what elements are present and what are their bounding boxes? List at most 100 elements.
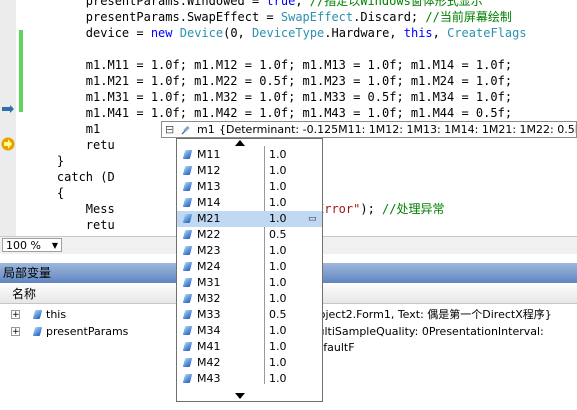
code-token: retu <box>28 218 115 232</box>
code-token: //处理异常 <box>382 202 445 216</box>
member-name: M23 <box>197 244 221 257</box>
scroll-up-icon[interactable] <box>235 140 245 146</box>
member-row[interactable]: M14 1.0 <box>177 195 322 211</box>
member-row[interactable]: M22 0.5 <box>177 227 322 243</box>
expand-icon[interactable]: + <box>11 310 20 320</box>
member-row[interactable]: M33 0.5 <box>177 307 322 323</box>
field-icon <box>182 310 193 319</box>
code-token: device = <box>28 26 151 40</box>
code-line: retu <box>28 137 115 153</box>
member-value[interactable]: 0.5 <box>269 227 287 243</box>
member-value[interactable]: 1.0 <box>269 179 287 195</box>
field-icon <box>182 374 193 383</box>
member-value[interactable]: 1.0 <box>269 355 287 371</box>
datatip-var-name: m1 <box>197 123 215 136</box>
code-token: m1.M21 = 1.0f; m1.M22 = 0.5f; m1.M23 = 1… <box>28 74 513 88</box>
code-token: Mess <box>28 202 115 216</box>
member-row[interactable]: M34 1.0 <box>177 323 322 339</box>
member-value[interactable]: 1.0 <box>269 371 287 387</box>
scroll-down-icon[interactable] <box>235 393 245 399</box>
member-row[interactable]: M13 1.0 <box>177 179 322 195</box>
locals-row-name: this <box>46 308 67 321</box>
code-token: m1.M11 = 1.0f; m1.M12 = 1.0f; m1.M13 = 1… <box>28 58 513 72</box>
code-line: m1.M41 = 1.0f; m1.M42 = 1.0f; m1.M43 = 1… <box>28 105 512 121</box>
member-row[interactable]: M32 1.0 <box>177 291 322 307</box>
code-line: device = new Device(0, DeviceType.Hardwa… <box>28 25 527 41</box>
datatip-var-value: {Determinant: -0.125M11: 1M12: 1M13: 1M1… <box>219 123 576 136</box>
member-row[interactable]: M43 1.0 <box>177 371 322 387</box>
member-row[interactable]: M41 1.0 <box>177 339 322 355</box>
zoom-combo[interactable]: 100 % ▼ <box>2 238 62 252</box>
member-value[interactable]: 1.0 <box>269 259 287 275</box>
code-token: , <box>432 26 448 40</box>
chevron-down-icon: ▼ <box>51 241 58 250</box>
member-row[interactable]: M11 1.0 <box>177 147 322 163</box>
collapse-icon[interactable]: ⊟ <box>165 122 174 137</box>
member-name: M12 <box>197 164 221 177</box>
bookmark-icon <box>2 105 14 113</box>
member-row[interactable]: M12 1.0 <box>177 163 322 179</box>
code-token: true <box>266 0 296 8</box>
field-icon <box>182 326 193 335</box>
member-name: M34 <box>197 324 221 337</box>
member-row[interactable]: M21 1.0 ▭ <box>177 211 322 227</box>
member-name: M42 <box>197 356 221 369</box>
code-line: catch (D <box>28 169 115 185</box>
code-token: presentParams.SwapEffect = <box>28 10 281 24</box>
code-token: } <box>28 154 65 168</box>
member-row[interactable]: M24 1.0 <box>177 259 322 275</box>
locals-row-value: Project2.Form1, Text: 偶是第一个DirectX程序} <box>308 308 552 321</box>
member-value[interactable]: 1.0 <box>269 147 287 163</box>
zoom-value: 100 % <box>6 239 41 252</box>
code-token: { <box>28 186 65 200</box>
variable-icon <box>32 327 43 336</box>
member-row[interactable]: M31 1.0 <box>177 275 322 291</box>
column-name-header[interactable]: 名称 <box>12 285 36 303</box>
code-token: //当前屏幕绘制 <box>425 10 512 24</box>
code-token: //指定以Windows窗体形式显示 <box>309 0 483 8</box>
member-value[interactable]: 1.0 <box>269 243 287 259</box>
code-line: m1 <box>28 121 100 137</box>
member-name: M22 <box>197 228 221 241</box>
member-value[interactable]: 1.0 <box>269 211 287 227</box>
code-token: SwapEffect <box>280 10 354 24</box>
member-value[interactable]: 0.5 <box>269 307 287 323</box>
member-name: M41 <box>197 340 221 353</box>
member-name: M43 <box>197 372 221 385</box>
member-name: M31 <box>197 276 221 289</box>
change-tracking-bar <box>19 30 23 112</box>
datatip-header[interactable]: ⊟ m1 {Determinant: -0.125M11: 1M12: 1M13… <box>161 121 577 138</box>
member-name: M33 <box>197 308 221 321</box>
code-line: m1.M31 = 1.0f; m1.M32 = 1.0f; m1.M33 = 0… <box>28 89 512 105</box>
code-token: DeviceType <box>252 26 325 40</box>
indicator-margin[interactable] <box>0 0 16 236</box>
member-row[interactable]: M23 1.0 <box>177 243 322 259</box>
member-row[interactable]: M42 1.0 <box>177 355 322 371</box>
code-line: m1.M11 = 1.0f; m1.M12 = 1.0f; m1.M13 = 1… <box>28 57 512 73</box>
field-icon <box>182 198 193 207</box>
member-value[interactable]: 1.0 <box>269 163 287 179</box>
expand-icon[interactable]: + <box>11 327 20 337</box>
member-name: M21 <box>197 212 221 225</box>
locals-row-value: MultiSampleQuality: 0PresentationInterva… <box>308 325 544 354</box>
code-token: m1.M41 = 1.0f; m1.M42 = 1.0f; m1.M43 = 1… <box>28 106 513 120</box>
member-value[interactable]: 1.0 <box>269 275 287 291</box>
member-name: M14 <box>197 196 221 209</box>
expand-arrow-icon[interactable]: ▭ <box>308 211 317 227</box>
member-value[interactable]: 1.0 <box>269 291 287 307</box>
field-icon <box>182 278 193 287</box>
code-token: this <box>403 26 433 40</box>
code-token: CreateFlags <box>447 26 527 40</box>
member-value[interactable]: 1.0 <box>269 339 287 355</box>
member-value[interactable]: 1.0 <box>269 195 287 211</box>
code-token: presentParams.Windowed = <box>28 0 267 8</box>
member-value[interactable]: 1.0 <box>269 323 287 339</box>
code-line: m1.M21 = 1.0f; m1.M22 = 0.5f; m1.M23 = 1… <box>28 73 512 89</box>
field-icon <box>182 358 193 367</box>
code-token: .Discard; <box>353 10 426 24</box>
field-icon <box>182 166 193 175</box>
pin-icon[interactable] <box>180 124 192 136</box>
code-token: retu <box>28 138 115 152</box>
code-token: Device <box>179 26 224 40</box>
